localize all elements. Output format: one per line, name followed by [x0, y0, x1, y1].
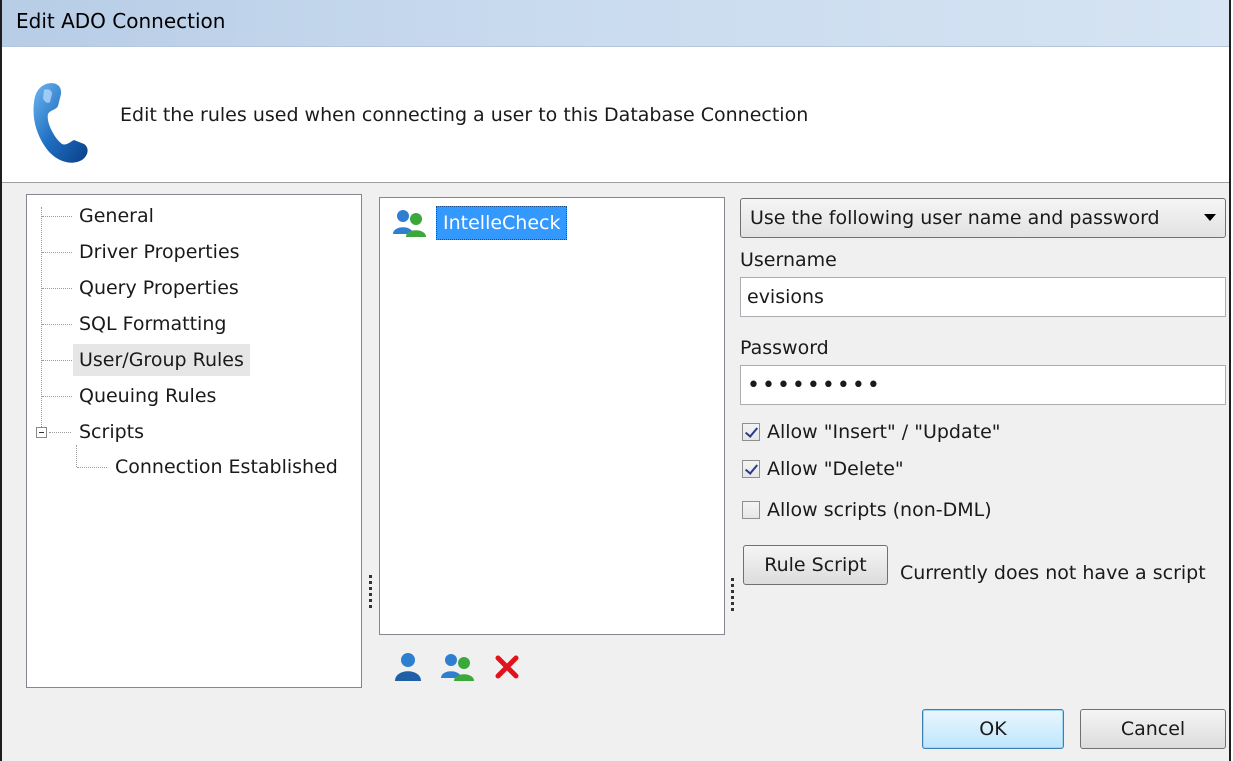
tree-guide-line: [49, 432, 71, 433]
auth-mode-select[interactable]: Use the following user name and password: [740, 198, 1226, 238]
password-label: Password: [740, 337, 829, 359]
tree-guide-line: [42, 324, 72, 325]
phone-icon: [33, 83, 88, 163]
delete-icon[interactable]: [494, 654, 520, 680]
tree-item-driver-properties[interactable]: Driver Properties: [73, 236, 246, 268]
checkbox-box[interactable]: [742, 460, 760, 478]
user-group-icon: [393, 210, 426, 237]
tree-item-general[interactable]: General: [73, 200, 160, 232]
rule-script-button[interactable]: Rule Script: [743, 545, 888, 585]
user-group-list[interactable]: IntelleCheck: [379, 197, 725, 635]
tree-item-connection-established[interactable]: Connection Established: [109, 451, 344, 483]
list-item[interactable]: IntelleCheck: [392, 206, 568, 240]
tree-guide-line: [77, 467, 107, 468]
splitter-handle[interactable]: [731, 578, 734, 614]
dialog-header: Edit the rules used when connecting a us…: [2, 47, 1229, 183]
checkbox-label: Allow scripts (non-DML): [767, 499, 992, 521]
username-label: Username: [740, 249, 837, 271]
add-user-icon[interactable]: [394, 652, 422, 682]
chevron-down-icon: [1204, 214, 1216, 221]
header-description: Edit the rules used when connecting a us…: [120, 104, 809, 126]
tree-guide-line: [76, 445, 77, 467]
username-field[interactable]: [740, 277, 1226, 317]
cancel-button[interactable]: Cancel: [1080, 709, 1226, 749]
tree-guide-line: [42, 360, 72, 361]
tree-guide-line: [42, 216, 72, 217]
tree-guide-line: [41, 207, 42, 437]
checkbox-box[interactable]: [742, 501, 760, 519]
checkbox-label: Allow "Delete": [767, 458, 904, 480]
tree-item-user-group-rules[interactable]: User/Group Rules: [73, 344, 250, 376]
tree-guide-line: [42, 252, 72, 253]
allow-insert-update-checkbox[interactable]: Allow "Insert" / "Update": [742, 418, 1001, 446]
tree-item-queuing-rules[interactable]: Queuing Rules: [73, 380, 222, 412]
auth-mode-value: Use the following user name and password: [750, 207, 1160, 229]
password-field[interactable]: [740, 365, 1226, 405]
splitter-handle[interactable]: [369, 575, 372, 611]
allow-scripts-checkbox[interactable]: Allow scripts (non-DML): [742, 496, 992, 524]
tree-guide-line: [42, 396, 72, 397]
ok-button[interactable]: OK: [922, 709, 1064, 749]
collapse-icon[interactable]: [36, 427, 47, 438]
list-item-label: IntelleCheck: [436, 206, 568, 240]
checkbox-label: Allow "Insert" / "Update": [767, 421, 1001, 443]
settings-tree[interactable]: General Driver Properties Query Properti…: [26, 194, 362, 688]
tree-item-sql-formatting[interactable]: SQL Formatting: [73, 308, 232, 340]
rule-script-status: Currently does not have a script: [900, 562, 1206, 584]
dialog-window: Edit ADO Connection Edit the rules used …: [0, 0, 1231, 761]
tree-item-query-properties[interactable]: Query Properties: [73, 272, 245, 304]
window-title: Edit ADO Connection: [16, 9, 226, 33]
checkbox-box[interactable]: [742, 423, 760, 441]
allow-delete-checkbox[interactable]: Allow "Delete": [742, 455, 904, 483]
tree-item-scripts[interactable]: Scripts: [73, 416, 150, 448]
tree-guide-line: [42, 288, 72, 289]
title-bar[interactable]: Edit ADO Connection: [2, 0, 1229, 47]
add-group-icon[interactable]: [440, 652, 476, 682]
list-toolbar: [394, 652, 520, 682]
